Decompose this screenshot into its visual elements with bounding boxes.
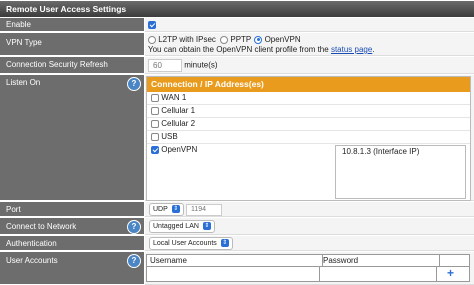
listen-row-wan1: WAN 1 — [147, 92, 470, 105]
network-label-text: Connect to Network — [6, 222, 77, 231]
listen-on-table: Connection / IP Address(es) WAN 1 Cellul… — [146, 76, 471, 201]
cellular2-label: Cellular 2 — [161, 119, 196, 128]
vpn-option-pptp-label: PPTP — [230, 35, 252, 44]
vpn-option-l2tp-label: L2TP with IPsec — [158, 35, 216, 44]
accounts-label: User Accounts ? — [0, 252, 144, 285]
user-accounts-table: Username Password + — [146, 254, 470, 282]
port-number-input[interactable] — [186, 203, 223, 216]
openvpn-ip-address[interactable]: 10.8.1.3 (Interface IP) — [342, 147, 419, 156]
accounts-label-text: User Accounts — [6, 256, 58, 265]
port-protocol-value: UDP — [153, 206, 168, 213]
port-row: UDP ⇕ — [145, 202, 474, 217]
auth-select[interactable]: Local User Accounts ⇕ — [149, 237, 233, 250]
network-row: Untagged LAN ⇕ — [145, 218, 474, 235]
vpn-option-openvpn-label: OpenVPN — [264, 35, 301, 44]
accounts-help-icon[interactable]: ? — [127, 254, 141, 268]
openvpn-checkbox[interactable] — [151, 145, 159, 154]
network-label: Connect to Network ? — [0, 218, 144, 235]
listen-on-help-icon[interactable]: ? — [127, 77, 141, 91]
listen-row-cellular2: Cellular 2 — [147, 118, 470, 131]
cellular1-label: Cellular 1 — [161, 106, 196, 115]
network-help-icon[interactable]: ? — [127, 220, 141, 234]
vpn-radio-pptp[interactable] — [220, 35, 229, 44]
cellular1-checkbox[interactable] — [151, 106, 159, 115]
listen-on-text: Listen On — [6, 78, 41, 87]
wan1-checkbox[interactable] — [151, 93, 159, 102]
port-label: Port — [0, 202, 144, 217]
connection-table-header: Connection / IP Address(es) — [147, 77, 470, 92]
vpn-type-row: L2TP with IPsec PPTP OpenVPN You can obt… — [145, 33, 474, 56]
network-select[interactable]: Untagged LAN ⇕ — [149, 220, 215, 233]
port-protocol-select[interactable]: UDP ⇕ — [149, 203, 184, 216]
network-value: Untagged LAN — [153, 223, 199, 230]
listen-row-cellular1: Cellular 1 — [147, 105, 470, 118]
vpn-radio-l2tp[interactable] — [148, 35, 156, 44]
add-account-icon[interactable]: + — [447, 266, 454, 280]
column-divider — [436, 267, 437, 281]
refresh-row: minute(s) — [145, 57, 474, 74]
vpn-radio-openvpn[interactable] — [254, 35, 263, 44]
auth-value: Local User Accounts — [153, 240, 217, 247]
auth-row: Local User Accounts ⇕ — [145, 236, 474, 251]
openvpn-label: OpenVPN — [161, 145, 198, 154]
column-divider — [319, 267, 320, 281]
panel-title: Remote User Access Settings — [0, 1, 474, 17]
vpn-note-end: . — [372, 45, 375, 54]
refresh-label: Connection Security Refresh — [0, 57, 144, 74]
wan1-label: WAN 1 — [161, 93, 187, 102]
openvpn-ip-list: 10.8.1.3 (Interface IP) — [335, 145, 466, 199]
enable-label: Enable — [0, 18, 144, 32]
auth-label: Authentication — [0, 236, 144, 251]
chevron-updown-icon: ⇕ — [220, 239, 229, 248]
usb-checkbox[interactable] — [151, 132, 159, 141]
listen-on-label: Listen On ? — [0, 75, 144, 201]
password-column-header: Password — [320, 255, 440, 267]
status-page-link[interactable]: status page — [331, 45, 372, 54]
vpn-type-label: VPN Type — [0, 33, 144, 56]
chevron-updown-icon: ⇕ — [171, 205, 180, 214]
vpn-note: You can obtain the OpenVPN client profil… — [148, 45, 329, 54]
listen-row-openvpn: OpenVPN 10.8.1.3 (Interface IP) — [147, 144, 470, 202]
remote-user-access-panel: Remote User Access Settings Enable VPN T… — [0, 0, 474, 285]
username-column-header: Username — [147, 255, 323, 267]
usb-label: USB — [161, 132, 178, 141]
enable-checkbox[interactable] — [148, 20, 156, 29]
enable-row — [145, 18, 474, 32]
refresh-unit: minute(s) — [184, 60, 218, 70]
chevron-updown-icon: ⇕ — [202, 222, 211, 231]
cellular2-checkbox[interactable] — [151, 119, 159, 128]
listen-row-usb: USB — [147, 131, 470, 144]
refresh-input[interactable] — [148, 59, 182, 72]
